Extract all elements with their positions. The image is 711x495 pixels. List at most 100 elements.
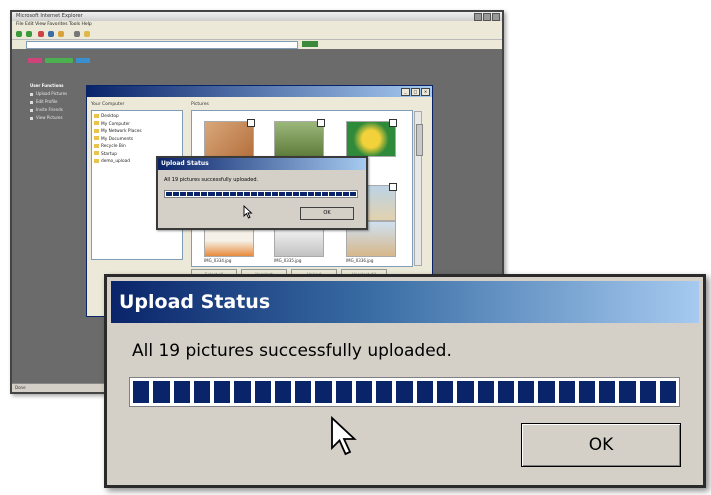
upload-status-dialog: Upload Status All 19 pictures successful…: [104, 274, 706, 488]
progress-segment: [254, 381, 271, 403]
progress-segment: [272, 192, 279, 196]
picture-caption: IMG_0335.jpg: [274, 258, 302, 263]
tree-item[interactable]: My Network Places: [94, 128, 180, 136]
close-icon[interactable]: ×: [421, 88, 430, 96]
pictures-label: Pictures: [191, 102, 209, 107]
tree-item[interactable]: Desktop: [94, 113, 180, 121]
progress-segment: [222, 192, 229, 196]
progress-segment: [307, 192, 314, 196]
progress-segment: [243, 192, 250, 196]
progress-segment: [558, 381, 575, 403]
browser-menu-bar[interactable]: File Edit View Favorites Tools Help: [12, 21, 502, 29]
minimize-icon[interactable]: _: [401, 88, 410, 96]
search-icon[interactable]: [74, 31, 80, 37]
address-field[interactable]: [26, 41, 298, 49]
picture-thumbnail[interactable]: [274, 119, 325, 157]
user-functions-sidebar: User Functions Upload Pictures Edit Prof…: [30, 82, 90, 122]
upload-status-dialog-small: Upload Status All 19 pictures successful…: [156, 156, 368, 230]
progress-segment: [208, 192, 215, 196]
progress-segment: [619, 381, 636, 403]
dialog-title: Upload Status: [111, 281, 699, 323]
inner-dialog-title-bar: _ □ ×: [87, 86, 432, 97]
tree-item[interactable]: My Computer: [94, 121, 180, 129]
progress-segment: [279, 192, 286, 196]
sidebar-item-invite[interactable]: Invite Friends: [30, 106, 90, 114]
upload-progress-bar: [164, 190, 358, 198]
progress-segment: [193, 381, 211, 403]
progress-segment: [350, 192, 357, 196]
progress-segment: [335, 381, 352, 403]
progress-segment: [328, 192, 335, 196]
sidebar-heading: User Functions: [30, 83, 64, 88]
sidebar-item-upload[interactable]: Upload Pictures: [30, 90, 90, 98]
progress-segment: [153, 381, 170, 403]
mouse-cursor-icon: [331, 415, 357, 456]
progress-segment: [201, 192, 208, 196]
progress-segment: [538, 381, 555, 403]
close-icon[interactable]: [492, 13, 500, 21]
progress-segment: [477, 381, 494, 403]
tree-label: Your Computer: [91, 102, 125, 107]
progress-segment: [396, 381, 413, 403]
back-icon[interactable]: [16, 31, 22, 37]
stop-icon[interactable]: [38, 31, 44, 37]
go-button[interactable]: [302, 41, 318, 47]
tab-pill[interactable]: [76, 58, 90, 63]
ok-button[interactable]: OK: [300, 207, 354, 220]
progress-segment: [321, 192, 328, 196]
progress-segment: [300, 192, 307, 196]
progress-segment: [342, 192, 350, 196]
favorites-icon[interactable]: [84, 31, 90, 37]
progress-segment: [639, 381, 656, 403]
tree-item[interactable]: Recycle Bin: [94, 143, 180, 151]
progress-segment: [173, 192, 180, 196]
tree-item[interactable]: My Documents: [94, 136, 180, 144]
picture-thumbnail[interactable]: [204, 119, 255, 157]
progress-segment: [335, 192, 342, 196]
forward-icon[interactable]: [26, 31, 32, 37]
sidebar-item-view[interactable]: View Pictures: [30, 114, 90, 122]
progress-segment: [314, 192, 321, 196]
picture-checkbox[interactable]: [389, 183, 397, 191]
progress-segment: [518, 381, 535, 403]
progress-segment: [293, 192, 300, 196]
progress-segment: [599, 381, 616, 403]
maximize-icon[interactable]: □: [411, 88, 420, 96]
progress-segment: [180, 192, 187, 196]
ok-button[interactable]: OK: [521, 423, 681, 467]
progress-segment: [194, 192, 201, 196]
progress-segment: [214, 381, 231, 403]
picture-thumbnail[interactable]: [346, 119, 397, 157]
dialog-title: Upload Status: [158, 158, 366, 170]
tab-pill[interactable]: [28, 58, 42, 63]
maximize-icon[interactable]: [483, 13, 491, 21]
progress-segment: [416, 381, 433, 403]
progress-segment: [315, 381, 332, 403]
picture-checkbox[interactable]: [317, 119, 325, 127]
progress-segment: [133, 381, 150, 403]
progress-segment: [265, 192, 272, 196]
progress-segment: [376, 381, 393, 403]
tab-pill[interactable]: [45, 58, 73, 63]
scrollbar-thumb[interactable]: [416, 124, 423, 156]
picture-checkbox[interactable]: [247, 119, 255, 127]
minimize-icon[interactable]: [474, 13, 482, 21]
home-icon[interactable]: [58, 31, 64, 37]
progress-segment: [295, 381, 312, 403]
progress-segment: [258, 192, 265, 196]
sidebar-item-edit-profile[interactable]: Edit Profile: [30, 98, 90, 106]
progress-segment: [187, 192, 194, 196]
refresh-icon[interactable]: [48, 31, 54, 37]
progress-segment: [250, 192, 258, 196]
pictures-scrollbar[interactable]: [414, 111, 423, 266]
progress-segment: [234, 381, 251, 403]
page-tabs: [28, 58, 90, 63]
picture-caption: IMG_0334.jpg: [204, 258, 232, 263]
picture-checkbox[interactable]: [389, 119, 397, 127]
browser-toolbar: [12, 29, 502, 40]
picture-caption: IMG_0336.jpg: [346, 258, 374, 263]
progress-segment: [173, 381, 190, 403]
upload-progress-bar: [129, 377, 680, 407]
progress-segment: [236, 192, 243, 196]
progress-segment: [578, 381, 596, 403]
